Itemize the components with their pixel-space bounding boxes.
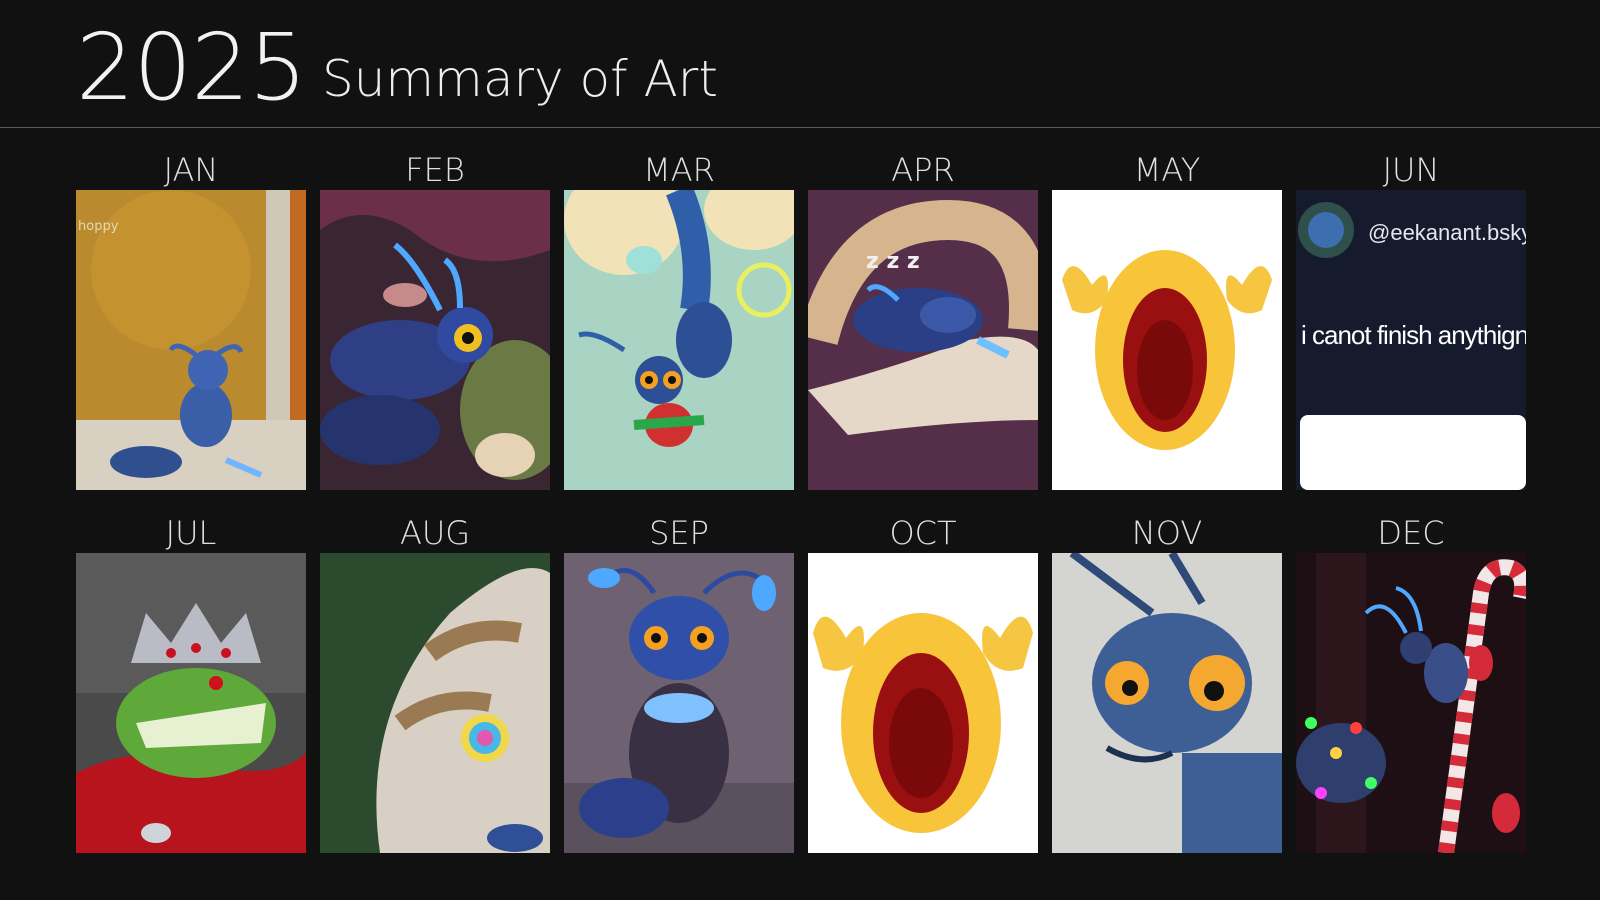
- art-thumbnail-nov[interactable]: [1052, 553, 1282, 853]
- ant-sitting-art: [564, 553, 794, 853]
- ant-on-candy-cane-art: [1296, 553, 1526, 853]
- month-label-jan: JAN: [163, 151, 219, 189]
- snake-closeup-art: [320, 553, 550, 853]
- month-cell-oct: OCT: [808, 513, 1038, 853]
- post-text: i canot finish anythign: [1301, 320, 1526, 350]
- header: 2025 Summary of Art: [0, 0, 1600, 128]
- art-thumbnail-mar[interactable]: [564, 190, 794, 490]
- month-cell-feb: FEB: [320, 150, 550, 490]
- year-title: 2025: [76, 14, 307, 121]
- month-label-sep: SEP: [649, 514, 709, 552]
- art-thumbnail-jun[interactable]: @eekanant.bsky.s i canot finish anythign: [1296, 190, 1526, 490]
- ant-hanging-with-strawberry-art: [564, 190, 794, 490]
- month-label-feb: FEB: [405, 151, 465, 189]
- ant-hugging-creature-art: [320, 190, 550, 490]
- month-cell-sep: SEP: [564, 513, 794, 853]
- art-thumbnail-jul[interactable]: [76, 553, 306, 853]
- month-cell-jun: JUN @eekanant.bsky.s i canot finish anyt…: [1296, 150, 1526, 490]
- month-cell-may: MAY: [1052, 150, 1282, 490]
- art-thumbnail-oct[interactable]: [808, 553, 1038, 853]
- month-cell-aug: AUG: [320, 513, 550, 853]
- ant-closeup-art: [1052, 553, 1282, 853]
- month-cell-apr: APR z z z: [808, 150, 1038, 490]
- ant-by-window-art: hoppy: [76, 190, 306, 490]
- art-thumbnail-may[interactable]: [1052, 190, 1282, 490]
- month-label-dec: DEC: [1377, 514, 1445, 552]
- art-thumbnail-aug[interactable]: [320, 553, 550, 853]
- month-label-apr: APR: [891, 151, 955, 189]
- month-label-oct: OCT: [889, 514, 957, 552]
- art-thumbnail-feb[interactable]: [320, 190, 550, 490]
- month-label-mar: MAR: [643, 151, 715, 189]
- svg-text:hoppy: hoppy: [78, 219, 119, 234]
- page-subtitle: Summary of Art: [322, 50, 718, 108]
- month-label-jun: JUN: [1382, 151, 1440, 189]
- crying-emoji-art: [1052, 190, 1282, 490]
- month-label-aug: AUG: [399, 514, 471, 552]
- month-cell-jul: JUL: [76, 513, 306, 853]
- art-thumbnail-apr[interactable]: z z z: [808, 190, 1038, 490]
- ant-sleeping-on-snake-art: z z z: [808, 190, 1038, 490]
- month-cell-mar: MAR: [564, 150, 794, 490]
- art-thumbnail-sep[interactable]: [564, 553, 794, 853]
- art-thumbnail-jan[interactable]: hoppy: [76, 190, 306, 490]
- month-cell-dec: DEC: [1296, 513, 1526, 853]
- header-divider: [0, 127, 1600, 128]
- month-label-nov: NOV: [1131, 514, 1203, 552]
- art-thumbnail-dec[interactable]: [1296, 553, 1526, 853]
- svg-text:z z z: z z z: [866, 249, 920, 274]
- crying-emoji-art: [808, 553, 1038, 853]
- crowned-crocodile-art: [76, 553, 306, 853]
- month-label-may: MAY: [1133, 151, 1201, 189]
- month-label-jul: JUL: [165, 514, 217, 552]
- month-cell-nov: NOV: [1052, 513, 1282, 853]
- post-handle: @eekanant.bsky.s: [1368, 220, 1526, 245]
- month-cell-jan: JAN hoppy: [76, 150, 306, 490]
